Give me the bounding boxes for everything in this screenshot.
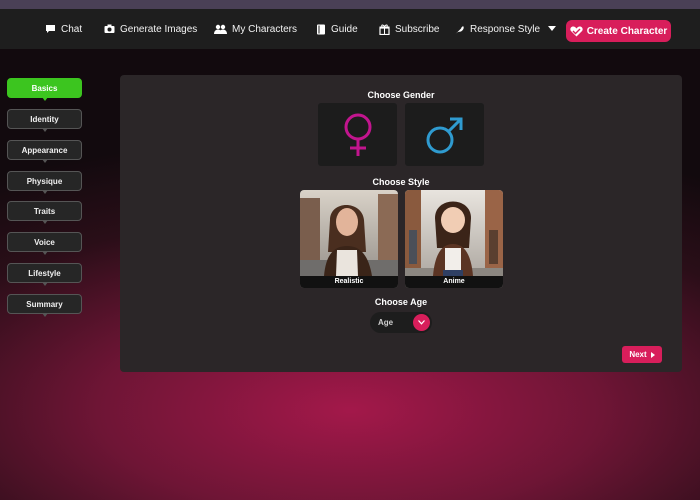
character-basics-panel: Choose Gender Choose Style Realistic Ani… [120,75,682,372]
male-symbol-icon [426,117,462,153]
feather-icon [454,25,464,34]
create-character-button[interactable]: Create Character [566,20,671,42]
nav-guide-label: Guide [331,23,358,35]
sidebar-item-summary[interactable]: Summary [7,294,82,317]
sidebar-item-label: Basics [31,83,58,93]
sidebar-item-appearance[interactable]: Appearance [7,140,82,163]
nav-subscribe[interactable]: Subscribe [379,9,439,49]
sidebar-item-voice[interactable]: Voice [7,232,82,255]
sidebar-item-label: Summary [26,299,63,309]
nav-subscribe-label: Subscribe [395,23,440,35]
nav-response-style-label: Response Style [470,23,541,35]
sidebar-item-label: Voice [34,237,55,247]
style-realistic-label: Realistic [300,276,398,288]
age-dropdown-toggle[interactable] [413,314,430,331]
nav-generate-images[interactable]: Generate Images [104,9,197,49]
chat-icon [46,25,55,33]
style-anime-option[interactable]: Anime [405,190,503,288]
chevron-right-icon [650,351,655,358]
top-navbar: Chat Generate Images My Characters Guide… [0,9,700,49]
age-select-placeholder: Age [378,318,394,327]
sidebar-item-traits[interactable]: Traits [7,201,82,224]
gender-male-option[interactable] [405,103,484,166]
book-icon [317,24,325,34]
gender-female-option[interactable] [318,103,397,166]
caret-down-icon [548,26,557,31]
choose-gender-title: Choose Gender [367,90,435,100]
sidebar-item-physique[interactable]: Physique [7,171,82,194]
top-strip [0,0,700,9]
sidebar-item-identity[interactable]: Identity [7,109,82,132]
style-anime-label: Anime [405,276,503,288]
gift-icon [379,24,390,35]
sidebar-item-label: Traits [33,206,56,216]
sidebar-item-label: Lifestyle [28,268,61,278]
users-icon [214,24,227,34]
nav-generate-images-label: Generate Images [120,23,198,35]
next-button[interactable]: Next [622,346,662,363]
anime-portrait-image [405,190,503,288]
sidebar-item-label: Identity [30,114,59,124]
realistic-portrait-image [300,190,398,288]
heart-icon [570,26,583,36]
create-character-label: Create Character [586,25,668,37]
female-symbol-icon [344,113,371,156]
nav-guide[interactable]: Guide [316,9,358,49]
style-realistic-option[interactable]: Realistic [300,190,398,288]
nav-my-characters[interactable]: My Characters [214,9,297,49]
sidebar-item-basics[interactable]: Basics [7,78,82,101]
chevron-down-icon [418,320,425,325]
choose-style-title: Choose Style [372,177,430,187]
nav-chat-label: Chat [61,23,83,35]
nav-my-characters-label: My Characters [232,23,298,35]
sidebar-item-label: Appearance [21,145,68,155]
age-select[interactable]: Age [370,312,432,333]
sidebar-item-lifestyle[interactable]: Lifestyle [7,263,82,286]
nav-chat[interactable]: Chat [45,9,82,49]
camera-icon [104,24,115,33]
choose-age-title: Choose Age [374,297,428,307]
nav-response-style[interactable]: Response Style [454,9,561,49]
next-button-label: Next [629,350,647,359]
sidebar-item-label: Physique [26,176,63,186]
